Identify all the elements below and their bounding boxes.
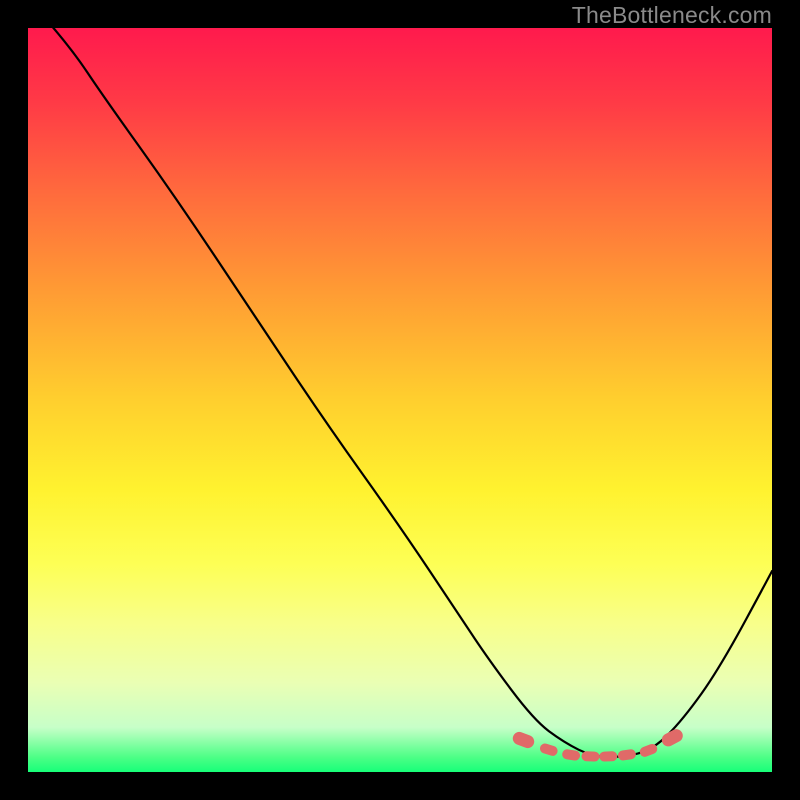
- marker-dot: [581, 751, 599, 762]
- marker-dot: [539, 742, 559, 757]
- optimal-range-markers: [511, 727, 685, 762]
- marker-dot: [599, 751, 617, 762]
- marker-dot: [617, 749, 636, 762]
- chart-container: [28, 28, 772, 772]
- bottleneck-curve: [28, 28, 772, 757]
- chart-svg: [28, 28, 772, 772]
- watermark-text: TheBottleneck.com: [572, 2, 772, 29]
- marker-dot: [511, 730, 536, 750]
